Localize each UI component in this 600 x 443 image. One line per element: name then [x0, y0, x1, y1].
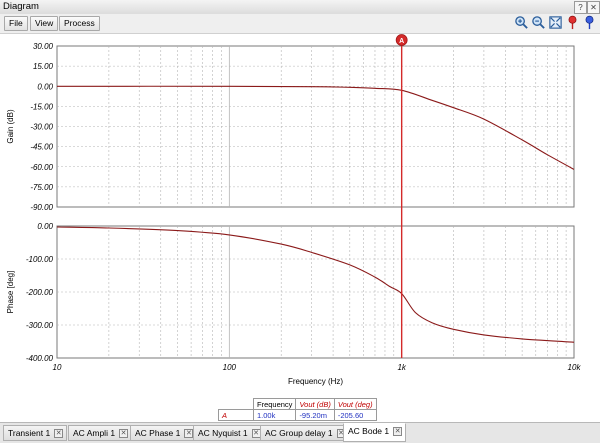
y-tick-label: -30.00 [30, 123, 53, 132]
y-tick-label: -200.00 [26, 288, 54, 297]
window-titlebar: Diagram ? ✕ [0, 0, 600, 15]
tab-ac-bode-1[interactable]: AC Bode 1 ✕ [343, 423, 406, 442]
y-tick-label: -400.00 [26, 354, 54, 363]
cursor-marker-label: A [399, 38, 404, 45]
tab-label: Transient 1 [8, 428, 50, 438]
tab-label: AC Bode 1 [348, 426, 389, 436]
cursor-marker-red-icon[interactable] [565, 15, 580, 30]
cursor-marker-blue-icon[interactable] [582, 15, 597, 30]
tab-label: AC Nyquist 1 [198, 428, 248, 438]
tab-transient-1[interactable]: Transient 1 ✕ [3, 425, 67, 441]
y-tick-label: -45.00 [30, 143, 53, 152]
y-tick-label: 0.00 [37, 82, 53, 91]
y-tick-label: -60.00 [30, 163, 53, 172]
cursor-value-table: Frequency Vout (dB) Vout (deg) A 1.00k -… [218, 398, 377, 421]
bode-plot[interactable]: 30.00 15.00 0.00 -15.00 -30.00 -45.00 -60.00 -7… [0, 34, 600, 396]
help-button[interactable]: ? [574, 1, 587, 14]
tab-close-icon[interactable]: ✕ [119, 429, 128, 438]
cursor-table-corner [219, 399, 254, 410]
x-tick-label: 1k [397, 363, 406, 372]
y-tick-label: 30.00 [33, 42, 54, 51]
y-tick-label: -100.00 [26, 255, 54, 264]
x-tick-label: 10k [568, 363, 582, 372]
cursor-table-frequency: 1.00k [254, 410, 296, 421]
tab-label: AC Phase 1 [135, 428, 180, 438]
y-axis-label: Gain (dB) [6, 109, 15, 144]
window-title: Diagram [3, 1, 39, 12]
cursor-table-header-frequency: Frequency [254, 399, 296, 410]
cursor-table-header-deg: Vout (deg) [334, 399, 376, 410]
cursor-table-db: -95.20m [296, 410, 334, 421]
diagram-tab-bar: Transient 1 ✕ AC Ampli 1 ✕ AC Phase 1 ✕ … [0, 422, 600, 443]
y-tick-label: -15.00 [30, 102, 53, 111]
y-tick-label: -75.00 [30, 183, 53, 192]
zoom-out-icon[interactable] [531, 15, 546, 30]
y-tick-label: -90.00 [30, 203, 53, 212]
x-tick-label: 10 [53, 363, 62, 372]
zoom-fit-icon[interactable] [548, 15, 563, 30]
bode-plot-area: 30.00 15.00 0.00 -15.00 -30.00 -45.00 -60.00 -7… [0, 33, 600, 396]
tab-close-icon[interactable]: ✕ [54, 429, 63, 438]
tab-ac-nyquist-1[interactable]: AC Nyquist 1 ✕ [193, 425, 265, 441]
tab-ac-ampli-1[interactable]: AC Ampli 1 ✕ [68, 425, 132, 441]
cursor-table-header-db: Vout (dB) [296, 399, 334, 410]
tab-label: AC Group delay 1 [265, 428, 333, 438]
process-menu[interactable]: Process [59, 16, 100, 31]
tab-ac-group-delay-1[interactable]: AC Group delay 1 ✕ [260, 425, 350, 441]
toolbar: File View Process [0, 14, 600, 34]
y-tick-label: 0.00 [37, 222, 53, 231]
view-menu[interactable]: View [30, 16, 58, 31]
close-icon[interactable]: ✕ [587, 1, 600, 14]
zoom-in-icon[interactable] [514, 15, 529, 30]
tab-ac-phase-1[interactable]: AC Phase 1 ✕ [130, 425, 197, 441]
y-tick-label: 15.00 [33, 62, 54, 71]
x-axis-label: Frequency (Hz) [288, 377, 343, 386]
y-tick-label: -300.00 [26, 321, 54, 330]
tab-close-icon[interactable]: ✕ [393, 427, 402, 436]
cursor-table-deg: -205.60 [334, 410, 376, 421]
y-axis-label: Phase [deg] [6, 271, 15, 314]
file-menu[interactable]: File [4, 16, 28, 31]
tab-label: AC Ampli 1 [73, 428, 115, 438]
x-tick-label: 100 [223, 363, 237, 372]
cursor-table-row-label: A [219, 410, 254, 421]
